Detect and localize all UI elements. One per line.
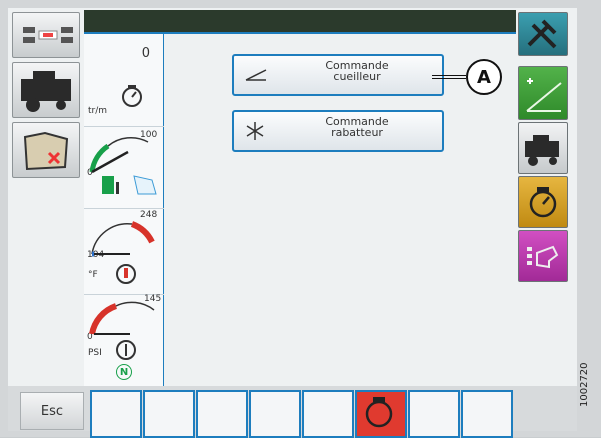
combine-icon <box>525 135 559 166</box>
oil-pressure-section: 145 0 PSI <box>84 294 164 364</box>
coolant-temp-section: 248 104 °F <box>84 208 164 295</box>
function-slot-5[interactable] <box>302 390 354 438</box>
reel-control-label: Commande rabatteur <box>325 115 389 139</box>
function-slot-8[interactable] <box>461 390 513 438</box>
function-slot-4[interactable] <box>249 390 301 438</box>
combine-icon <box>21 71 71 112</box>
function-slot-1[interactable] <box>90 390 142 438</box>
engine-icon <box>122 85 142 107</box>
reel-icon <box>246 122 264 140</box>
gauge-column: 0 tr/m 100 0 248 104 °F <box>84 34 164 386</box>
esc-button[interactable]: Esc <box>20 392 84 430</box>
engine-icon <box>529 187 557 218</box>
main-panel: Commande cueilleur Commande rabatteur <box>164 34 516 386</box>
ramp-plus-icon <box>526 78 562 112</box>
coolant-temp-gauge-icon <box>91 221 155 284</box>
operator-settings-button[interactable] <box>518 230 568 282</box>
engine-speed-section: 0 tr/m <box>84 34 164 127</box>
hand-settings-icon <box>527 245 559 269</box>
engine-info-button[interactable] <box>518 176 568 228</box>
combine-settings-button[interactable] <box>518 122 568 174</box>
top-status-bar <box>84 10 516 34</box>
oil-pressure-gauge-icon <box>89 301 155 360</box>
engine-function-slot[interactable] <box>355 390 407 438</box>
reel-control-button[interactable]: Commande rabatteur <box>232 110 444 152</box>
tools-button[interactable] <box>518 12 568 56</box>
function-slot-7[interactable] <box>408 390 460 438</box>
engine-icon <box>365 397 393 428</box>
function-slot-3[interactable] <box>196 390 248 438</box>
fuel-gauge-section: 100 0 <box>84 126 164 209</box>
neutral-indicator: N <box>116 364 132 380</box>
ramp-adjust-button[interactable] <box>518 66 568 120</box>
fuel-gauge-icon <box>89 136 157 195</box>
engine-speed-unit: tr/m <box>88 106 108 116</box>
header-control-label: Commande cueilleur <box>325 59 389 83</box>
alarm-settings-icon <box>23 27 73 43</box>
callout-line <box>432 75 466 79</box>
figure-id: 1002720 <box>579 362 590 408</box>
callout-marker: A <box>466 59 502 95</box>
tools-icon <box>527 19 557 49</box>
engine-speed-value: 0 <box>141 46 150 61</box>
header-ramp-icon <box>245 69 267 81</box>
alarm-settings-button[interactable] <box>12 12 80 58</box>
field-data-button[interactable] <box>12 122 80 178</box>
combine-view-button[interactable] <box>12 62 80 118</box>
function-slot-2[interactable] <box>143 390 195 438</box>
field-disabled-icon <box>23 131 69 171</box>
header-control-button[interactable]: Commande cueilleur <box>232 54 444 96</box>
